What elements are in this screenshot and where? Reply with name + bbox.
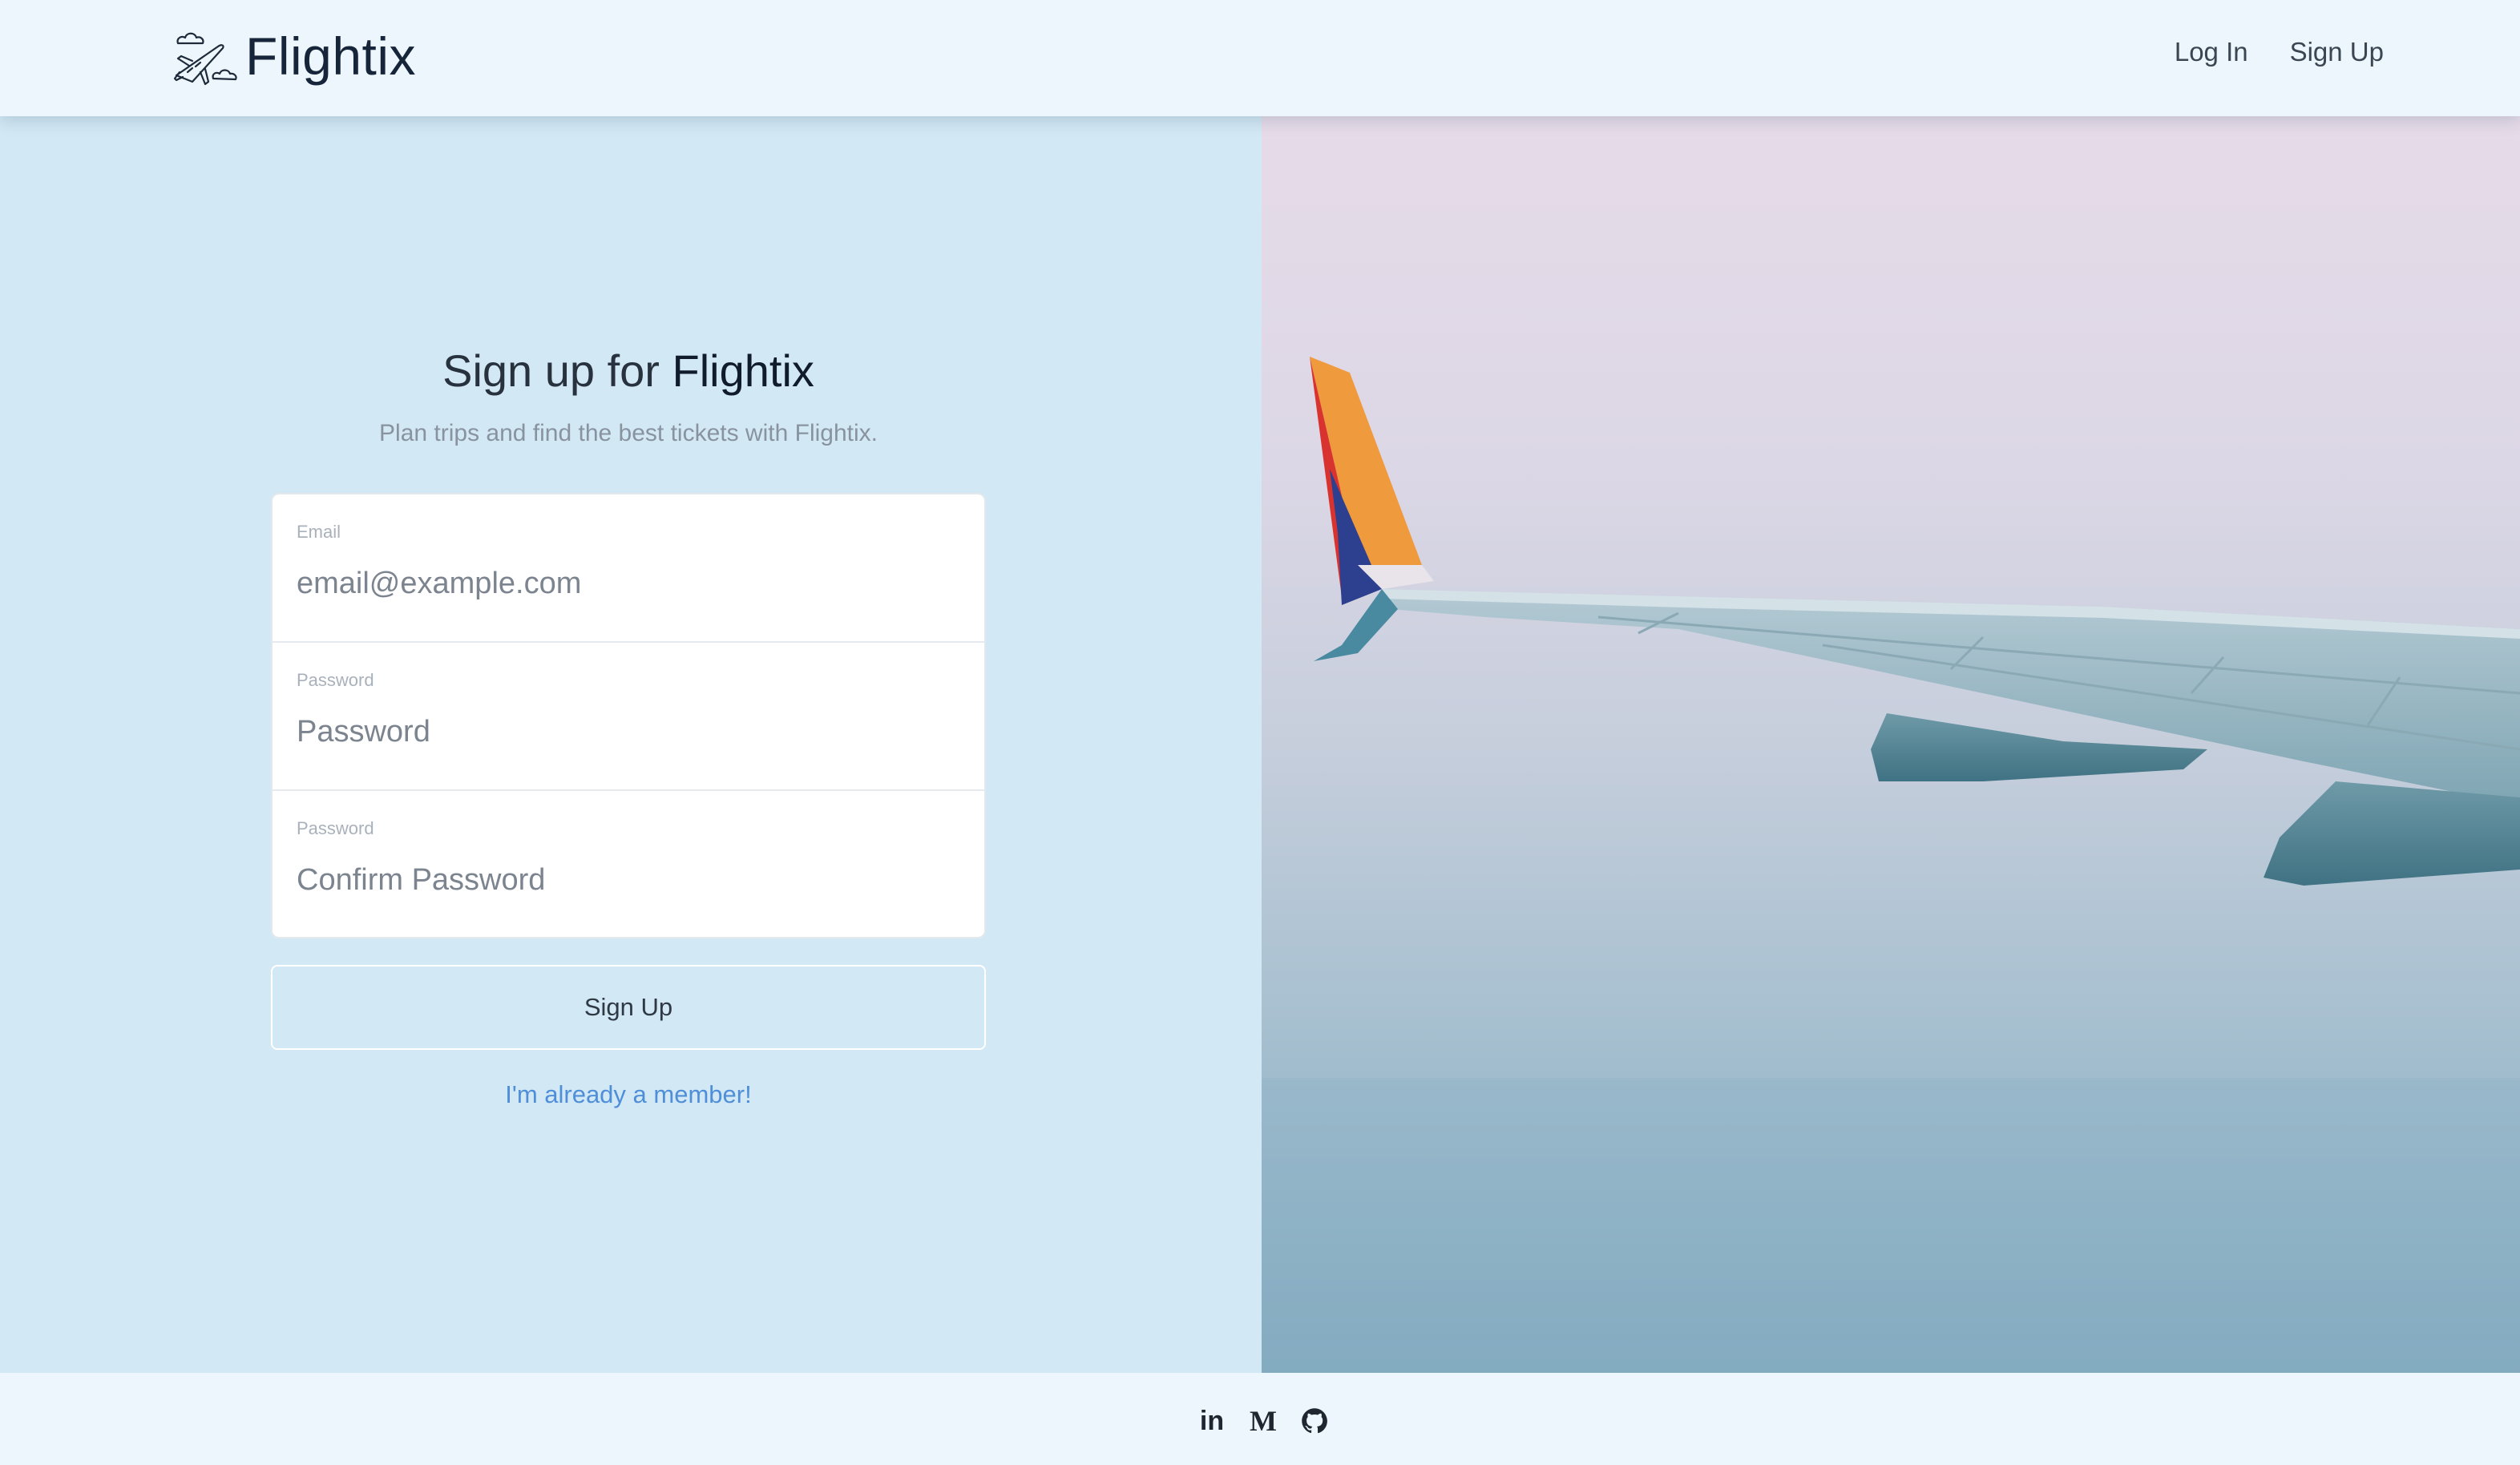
password-input[interactable] — [297, 708, 954, 755]
email-label: Email — [297, 522, 341, 542]
password-label: Password — [297, 670, 374, 690]
signup-panel: Sign up for Flightix Plan trips and find… — [0, 116, 1262, 1373]
linkedin-icon[interactable]: in — [1194, 1403, 1230, 1439]
confirm-password-input[interactable] — [297, 857, 954, 903]
confirm-password-field-group: Password — [273, 791, 984, 937]
airplane-clouds-logo-icon — [173, 32, 237, 86]
password-field-group: Password — [273, 643, 984, 791]
medium-glyph: M — [1250, 1405, 1277, 1437]
linkedin-glyph: in — [1199, 1406, 1225, 1436]
hero-photo-panel — [1262, 116, 2520, 1373]
medium-icon[interactable]: M — [1246, 1403, 1281, 1439]
confirm-password-label: Password — [297, 818, 374, 838]
already-member-link[interactable]: I'm already a member! — [0, 1082, 1257, 1107]
email-field-group: Email — [273, 494, 984, 643]
github-logo — [1302, 1408, 1327, 1434]
form-subtitle: Plan trips and find the best tickets wit… — [379, 420, 878, 446]
airplane-wing-photo — [1262, 357, 2520, 1373]
github-icon[interactable] — [1297, 1403, 1332, 1439]
footer: in M — [0, 1373, 2520, 1465]
signup-fields-card: Email Password Password — [271, 493, 986, 938]
header-nav: Log In Sign Up — [2175, 37, 2384, 67]
brand-name: Flightix — [245, 26, 417, 86]
form-title: Sign up for Flightix — [0, 349, 1257, 393]
brand[interactable]: Flightix — [168, 22, 416, 90]
form-title-brand: Flightix — [672, 345, 814, 396]
signup-submit-button[interactable]: Sign Up — [271, 965, 986, 1050]
signup-link[interactable]: Sign Up — [2290, 37, 2384, 67]
top-nav-bar: Flightix Log In Sign Up — [0, 0, 2520, 116]
social-links: in M — [1194, 1403, 1332, 1439]
email-input[interactable] — [297, 560, 954, 607]
form-title-prefix: Sign up for — [442, 345, 672, 396]
login-link[interactable]: Log In — [2175, 37, 2248, 67]
